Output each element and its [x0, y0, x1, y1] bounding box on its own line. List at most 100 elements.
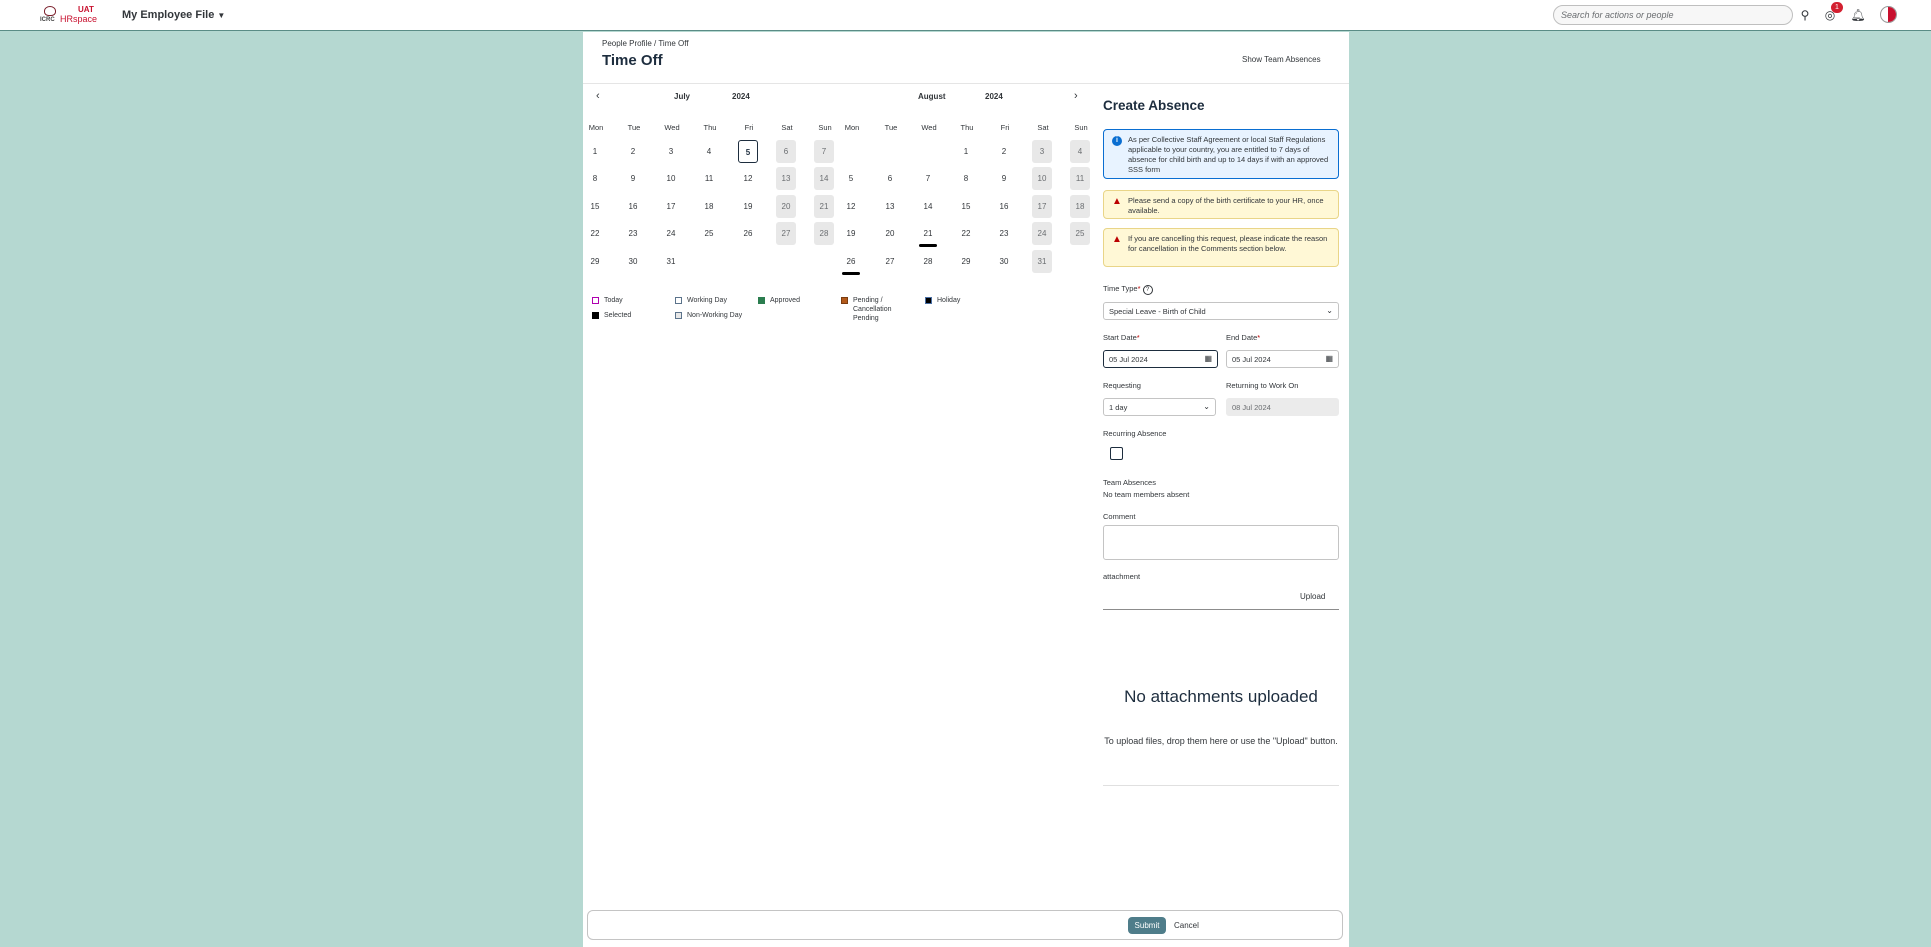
company-logo[interactable]: ICRC UAT HRspace	[40, 5, 97, 27]
july-day-7[interactable]: 7	[814, 140, 834, 163]
july-day-16[interactable]: 16	[623, 195, 643, 218]
july-day-9[interactable]: 9	[623, 167, 643, 190]
july-day-27[interactable]: 27	[776, 222, 796, 245]
search-icon[interactable]: ⚲	[1797, 7, 1813, 23]
start-date-field[interactable]: 05 Jul 2024 ▦	[1103, 350, 1218, 368]
requesting-select[interactable]: 1 day ⌄	[1103, 398, 1216, 416]
august-day-7[interactable]: 7	[918, 167, 938, 190]
team-absences-label: Team Absences	[1103, 478, 1156, 487]
july-day-17[interactable]: 17	[661, 195, 681, 218]
august-day-31[interactable]: 31	[1032, 250, 1052, 273]
july-day-28[interactable]: 28	[814, 222, 834, 245]
year-label-august[interactable]: 2024	[985, 92, 1003, 101]
avatar[interactable]	[1880, 6, 1897, 23]
warning-message-birth-certificate: ▲ Please send a copy of the birth certif…	[1103, 190, 1339, 219]
july-day-23[interactable]: 23	[623, 222, 643, 245]
august-day-29[interactable]: 29	[956, 250, 976, 273]
july-day-21[interactable]: 21	[814, 195, 834, 218]
weekday-header: Tue	[884, 123, 898, 132]
july-day-20[interactable]: 20	[776, 195, 796, 218]
july-day-31[interactable]: 31	[661, 250, 681, 273]
july-day-5[interactable]: 5	[738, 140, 758, 163]
end-date-field[interactable]: 05 Jul 2024 ▦	[1226, 350, 1339, 368]
upload-button[interactable]: Upload	[1300, 592, 1325, 601]
july-day-6[interactable]: 6	[776, 140, 796, 163]
breadcrumb[interactable]: People Profile / Time Off	[602, 39, 689, 48]
caret-down-icon: ▼	[217, 11, 226, 20]
year-label-july[interactable]: 2024	[732, 92, 750, 101]
app-title-menu[interactable]: My Employee File ▼	[122, 9, 225, 21]
july-day-11[interactable]: 11	[699, 167, 719, 190]
august-day-17[interactable]: 17	[1032, 195, 1052, 218]
august-day-16[interactable]: 16	[994, 195, 1014, 218]
august-day-22[interactable]: 22	[956, 222, 976, 245]
july-day-18[interactable]: 18	[699, 195, 719, 218]
required-marker: *	[1137, 284, 1141, 293]
july-day-26[interactable]: 26	[738, 222, 758, 245]
calendar-icon[interactable]: ▦	[1325, 354, 1333, 363]
august-day-25[interactable]: 25	[1070, 222, 1090, 245]
logo-org-text: ICRC	[40, 17, 55, 23]
august-day-11[interactable]: 11	[1070, 167, 1090, 190]
august-day-5[interactable]: 5	[841, 167, 861, 190]
requesting-value: 1 day	[1109, 403, 1128, 412]
august-day-30[interactable]: 30	[994, 250, 1014, 273]
august-day-15[interactable]: 15	[956, 195, 976, 218]
july-day-12[interactable]: 12	[738, 167, 758, 190]
bell-icon[interactable]: 🔔︎	[1850, 7, 1866, 23]
august-day-23[interactable]: 23	[994, 222, 1014, 245]
august-day-1[interactable]: 1	[956, 140, 976, 163]
end-date-value: 05 Jul 2024	[1232, 355, 1271, 364]
august-day-10[interactable]: 10	[1032, 167, 1052, 190]
august-day-3[interactable]: 3	[1032, 140, 1052, 163]
comment-textarea[interactable]	[1103, 525, 1339, 560]
august-day-9[interactable]: 9	[994, 167, 1014, 190]
july-day-1[interactable]: 1	[585, 140, 605, 163]
august-day-19[interactable]: 19	[841, 222, 861, 245]
submit-button[interactable]: Submit	[1128, 917, 1166, 934]
august-day-20[interactable]: 20	[880, 222, 900, 245]
recurring-absence-checkbox[interactable]	[1110, 447, 1123, 460]
august-day-8[interactable]: 8	[956, 167, 976, 190]
time-type-value: Special Leave - Birth of Child	[1109, 307, 1206, 316]
show-team-absences-button[interactable]: Show Team Absences	[1242, 55, 1321, 64]
august-day-24[interactable]: 24	[1032, 222, 1052, 245]
august-day-2[interactable]: 2	[994, 140, 1014, 163]
august-day-14[interactable]: 14	[918, 195, 938, 218]
month-label-july[interactable]: July	[674, 92, 690, 101]
july-day-14[interactable]: 14	[814, 167, 834, 190]
july-day-10[interactable]: 10	[661, 167, 681, 190]
august-day-27[interactable]: 27	[880, 250, 900, 273]
july-day-8[interactable]: 8	[585, 167, 605, 190]
august-day-13[interactable]: 13	[880, 195, 900, 218]
july-day-2[interactable]: 2	[623, 140, 643, 163]
july-day-4[interactable]: 4	[699, 140, 719, 163]
chevron-right-icon[interactable]: ›	[1074, 90, 1078, 102]
app-title-text: My Employee File	[122, 9, 215, 21]
august-day-28[interactable]: 28	[918, 250, 938, 273]
chevron-left-icon[interactable]: ‹	[596, 90, 600, 102]
july-day-30[interactable]: 30	[623, 250, 643, 273]
july-day-3[interactable]: 3	[661, 140, 681, 163]
month-label-august[interactable]: August	[918, 92, 946, 101]
warning-message-cancellation: ▲ If you are cancelling this request, pl…	[1103, 228, 1339, 267]
august-day-6[interactable]: 6	[880, 167, 900, 190]
search-input[interactable]: Search for actions or people	[1553, 5, 1793, 25]
cancel-button[interactable]: Cancel	[1174, 921, 1199, 930]
emblem-icon	[44, 6, 56, 16]
july-day-24[interactable]: 24	[661, 222, 681, 245]
august-day-12[interactable]: 12	[841, 195, 861, 218]
calendar-icon[interactable]: ▦	[1204, 354, 1212, 363]
july-day-15[interactable]: 15	[585, 195, 605, 218]
august-day-18[interactable]: 18	[1070, 195, 1090, 218]
july-day-22[interactable]: 22	[585, 222, 605, 245]
time-type-select[interactable]: Special Leave - Birth of Child ⌄	[1103, 302, 1339, 320]
july-day-25[interactable]: 25	[699, 222, 719, 245]
august-day-21[interactable]: 21	[918, 222, 938, 247]
august-day-26[interactable]: 26	[841, 250, 861, 275]
august-day-4[interactable]: 4	[1070, 140, 1090, 163]
july-day-19[interactable]: 19	[738, 195, 758, 218]
july-day-29[interactable]: 29	[585, 250, 605, 273]
july-day-13[interactable]: 13	[776, 167, 796, 190]
help-icon[interactable]: ?	[1142, 285, 1153, 295]
